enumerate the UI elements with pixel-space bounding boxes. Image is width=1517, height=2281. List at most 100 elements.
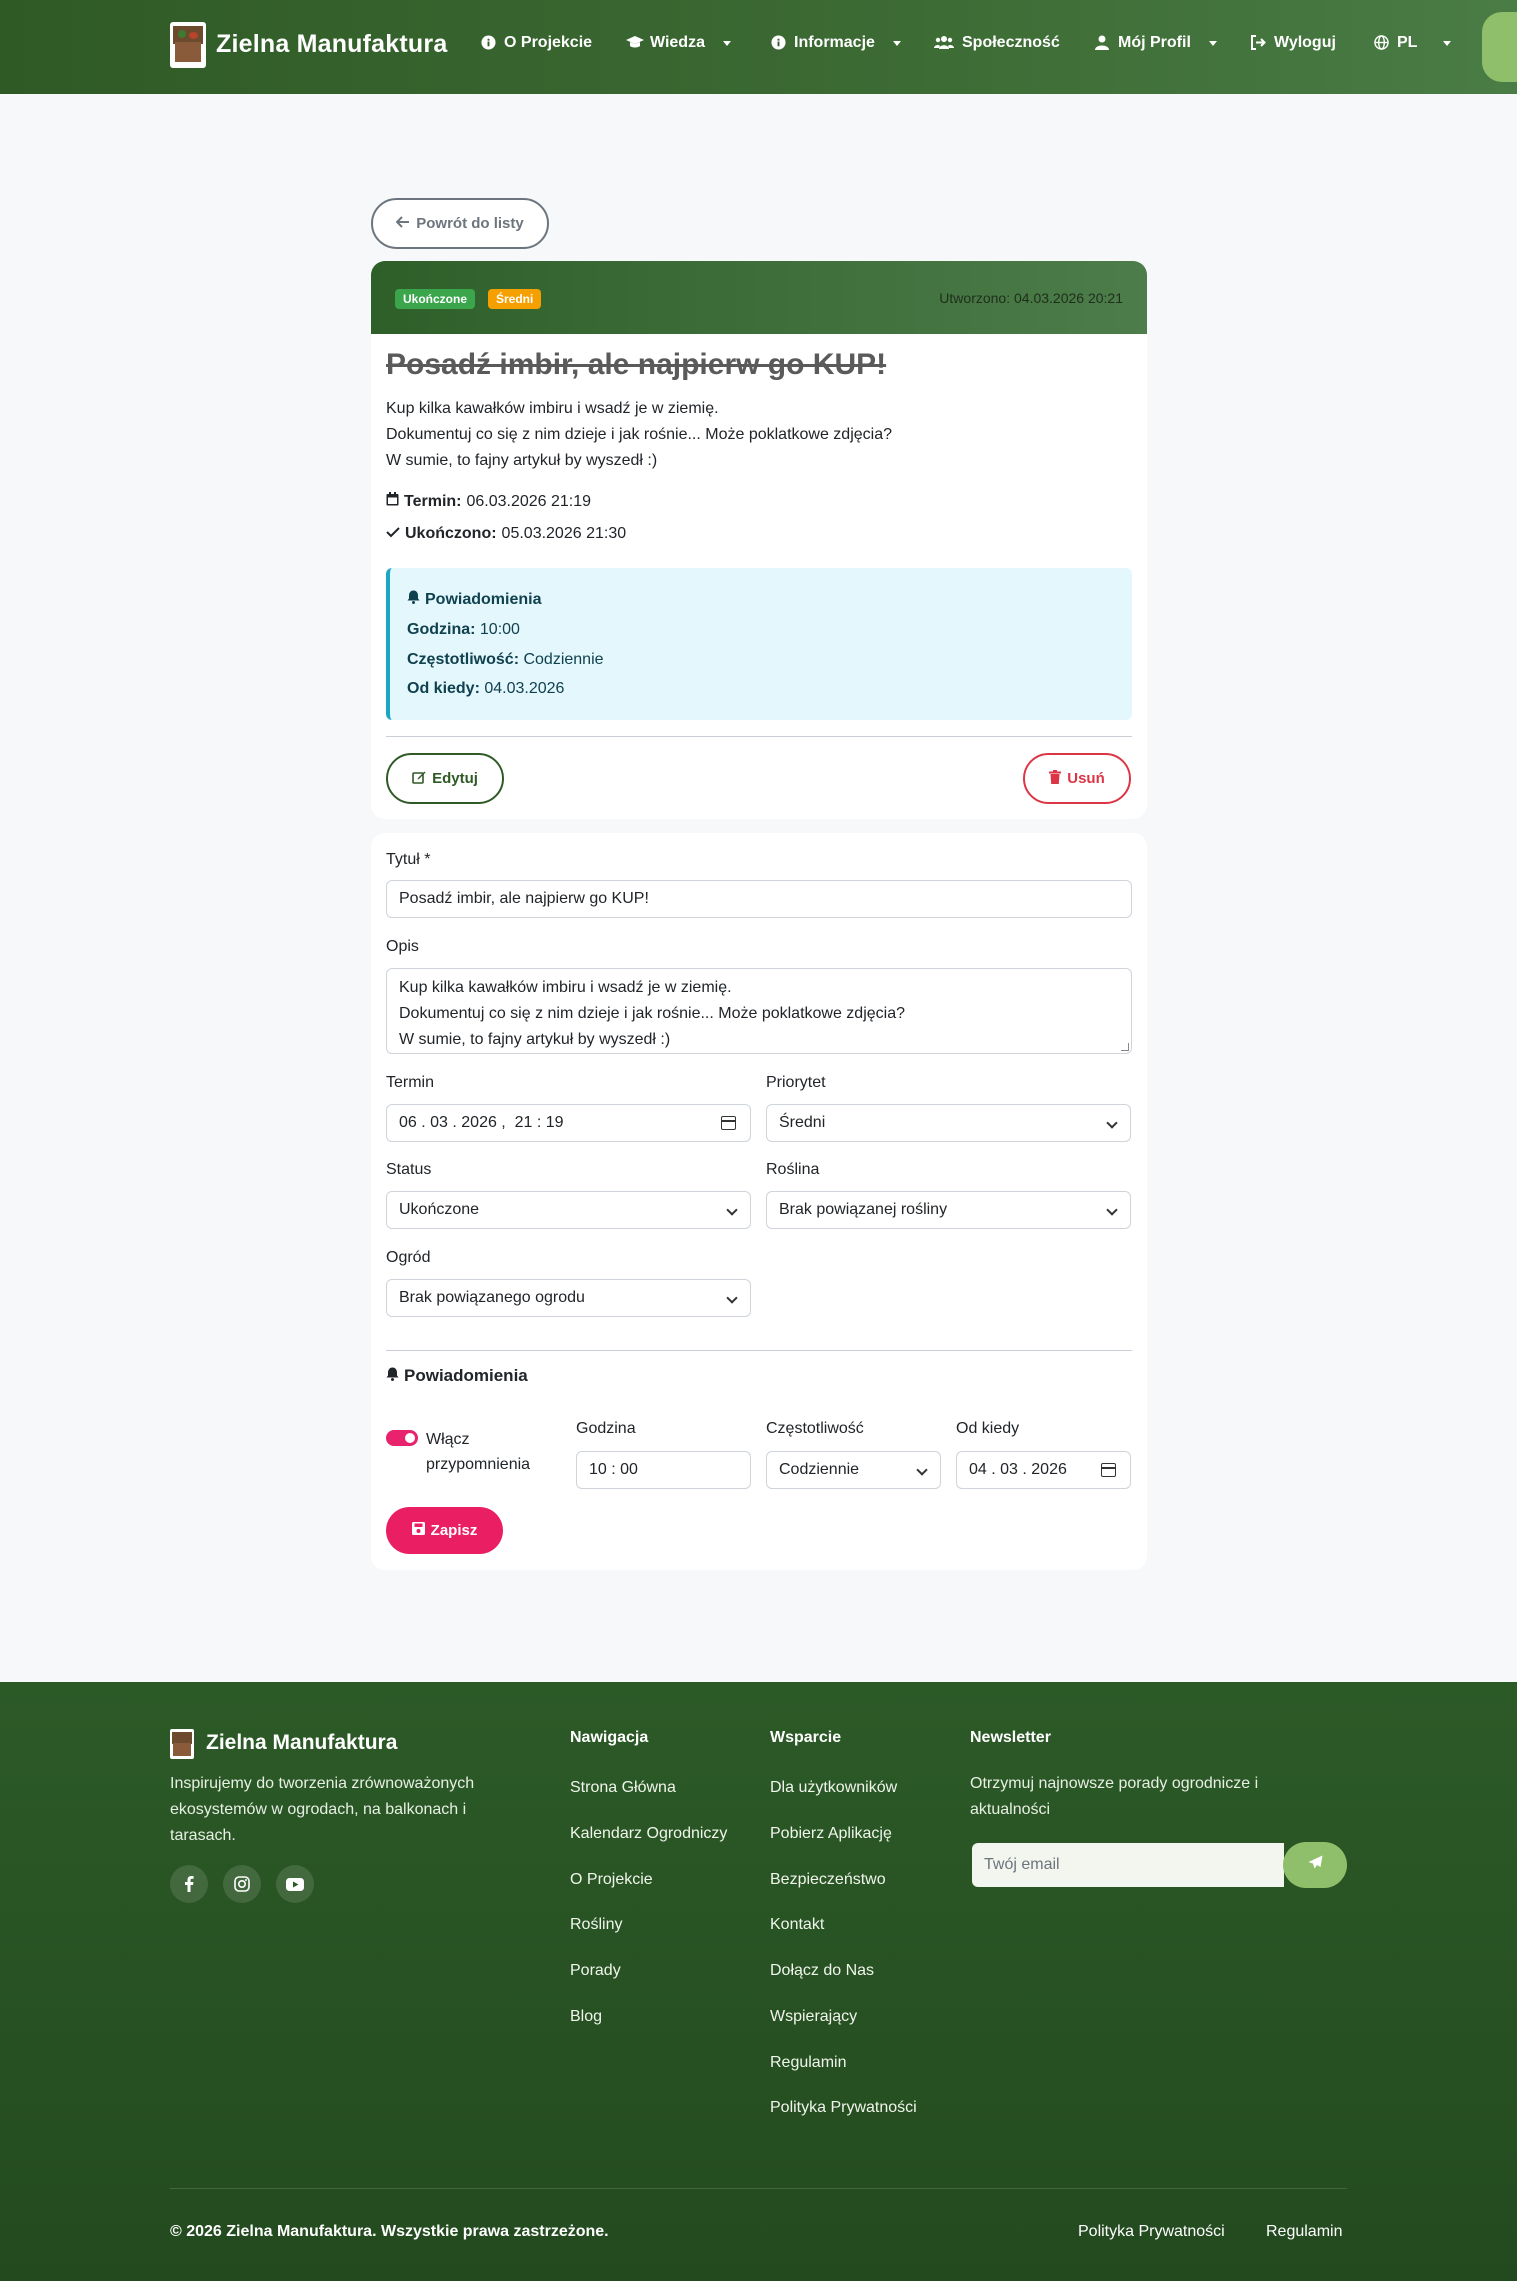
footer-link[interactable]: Kontakt	[770, 1916, 824, 1934]
chevron-down-icon	[892, 40, 901, 46]
footer-link[interactable]: Bezpieczeństwo	[770, 1871, 886, 1889]
footer-link[interactable]: Polityka Prywatności	[770, 2099, 917, 2117]
notifications-info-box: Powiadomienia Godzina: 10:00 Częstotliwo…	[386, 568, 1132, 720]
footer-logo[interactable]	[170, 1729, 194, 1759]
back-label: Powrót do listy	[416, 215, 524, 232]
brand-logo[interactable]	[170, 22, 206, 68]
since-date-input[interactable]: 04 . 03 . 2026	[956, 1451, 1131, 1489]
footer-link[interactable]: Regulamin	[770, 2054, 846, 2072]
footer-link[interactable]: Kalendarz Ogrodniczy	[570, 1825, 727, 1843]
plant-select[interactable]: Brak powiązanej rośliny	[766, 1191, 1131, 1229]
nav-item-profile[interactable]: Mój Profil	[1094, 34, 1217, 52]
description-textarea[interactable]: Kup kilka kawałków imbiru i wsadź je w z…	[386, 968, 1132, 1054]
footer-link[interactable]: Pobierz Aplikację	[770, 1825, 892, 1843]
footer-link[interactable]: Rośliny	[570, 1916, 622, 1934]
divider	[386, 1350, 1132, 1351]
footer-link[interactable]: Strona Główna	[570, 1779, 676, 1797]
calendar-icon[interactable]	[1101, 1463, 1116, 1477]
textarea-line: Dokumentuj co się z nim dzieje i jak roś…	[399, 1005, 906, 1022]
newsletter-description: Otrzymuj najnowsze porady ogrodnicze i a…	[970, 1775, 1259, 1818]
newsletter-send-button[interactable]	[1283, 1842, 1347, 1888]
notifications-section-heading: Powiadomienia	[386, 1366, 528, 1386]
copyright: © 2026 Zielna Manufaktura. Wszystkie pra…	[170, 2223, 609, 2240]
bell-icon	[407, 590, 420, 609]
nav-item-label: PL	[1397, 34, 1418, 51]
description-field-label: Opis	[386, 938, 419, 955]
hour-time-input[interactable]: 10 : 00	[576, 1451, 751, 1489]
reminders-toggle[interactable]	[386, 1430, 418, 1446]
save-button[interactable]: Zapisz	[386, 1507, 503, 1554]
footer-bottom-link[interactable]: Regulamin	[1266, 2223, 1342, 2241]
frequency-select[interactable]: Codziennie	[766, 1451, 941, 1489]
plant-field-label: Roślina	[766, 1161, 820, 1178]
save-icon	[411, 1522, 425, 1539]
deadline-label: Termin:	[404, 492, 462, 510]
nav-item-logout[interactable]: Wyloguj	[1250, 34, 1336, 52]
plant-select-value: Brak powiązanej rośliny	[779, 1201, 948, 1218]
footer-bottom-link[interactable]: Polityka Prywatności	[1078, 2223, 1225, 2241]
nav-item-label: O Projekcie	[504, 34, 593, 51]
garden-field-label: Ogród	[386, 1249, 431, 1266]
status-select[interactable]: Ukończone	[386, 1191, 751, 1229]
email-placeholder: Twój email	[984, 1856, 1060, 1873]
back-to-list-button[interactable]: Powrót do listy	[371, 198, 549, 249]
footer-link[interactable]: Wspierający	[770, 2008, 857, 2026]
instagram-icon[interactable]	[223, 1865, 261, 1903]
footer-newsletter-title: Newsletter	[970, 1729, 1051, 1746]
youtube-icon[interactable]	[276, 1865, 314, 1903]
garden-select[interactable]: Brak powiązanego ogrodu	[386, 1279, 751, 1317]
nav-item-information[interactable]: Informacje	[770, 34, 901, 52]
since-input-value: 04 . 03 . 2026	[969, 1461, 1067, 1478]
deadline-datetime-input[interactable]: 06 . 03 . 2026 , 21 : 19	[386, 1104, 751, 1142]
nav-item-community[interactable]: Społeczność	[934, 34, 1060, 52]
task-card-header: Ukończone Średni Utworzono: 04.03.2026 2…	[371, 261, 1147, 334]
nav-item-about[interactable]: O Projekcie	[480, 34, 592, 52]
nav-action-pill[interactable]	[1482, 12, 1517, 82]
footer-link[interactable]: O Projekcie	[570, 1871, 653, 1889]
nav-item-label: Mój Profil	[1118, 34, 1191, 51]
divider	[386, 736, 1132, 737]
footer-support-title: Wsparcie	[770, 1729, 842, 1746]
since-field-label: Od kiedy	[956, 1420, 1020, 1437]
nav-item-label: Informacje	[794, 34, 875, 51]
footer-link[interactable]: Blog	[570, 2008, 602, 2026]
chevron-down-icon	[1443, 40, 1452, 46]
textarea-line: Kup kilka kawałków imbiru i wsadź je w z…	[399, 979, 732, 996]
notifications-title: Powiadomienia	[425, 590, 542, 608]
sign-out-icon	[1250, 35, 1266, 51]
nav-item-language[interactable]: PL	[1373, 34, 1452, 52]
newsletter-email-input[interactable]: Twój email	[972, 1843, 1284, 1887]
chevron-down-icon	[722, 40, 731, 46]
calendar-icon[interactable]	[721, 1116, 736, 1130]
hour-field-label: Godzina	[576, 1420, 636, 1437]
title-input[interactable]: Posadź imbir, ale najpierw go KUP!	[386, 880, 1132, 918]
nav-item-label: Wiedza	[650, 34, 705, 51]
chevron-down-icon	[1208, 40, 1217, 46]
footer-nav-title: Nawigacja	[570, 1729, 649, 1746]
priority-select[interactable]: Średni	[766, 1104, 1131, 1142]
description-line: Dokumentuj co się z nim dzieje i jak roś…	[386, 426, 893, 443]
brand-name[interactable]: Zielna Manufaktura	[216, 30, 447, 59]
chevron-down-icon	[726, 1292, 738, 1304]
title-field-label: Tytuł *	[386, 851, 431, 868]
facebook-icon[interactable]	[170, 1865, 208, 1903]
priority-field-label: Priorytet	[766, 1074, 826, 1091]
nav-item-knowledge[interactable]: Wiedza	[626, 34, 731, 52]
bell-icon	[386, 1366, 399, 1386]
footer-link[interactable]: Dołącz do Nas	[770, 1962, 874, 1980]
resize-handle[interactable]	[1121, 1043, 1129, 1051]
toggle-label-line: Włącz	[426, 1431, 470, 1448]
frequency-select-value: Codziennie	[779, 1461, 860, 1478]
chevron-down-icon	[726, 1204, 738, 1216]
deadline-value: 06.03.2026 21:19	[466, 492, 592, 510]
footer-link[interactable]: Porady	[570, 1962, 621, 1980]
footer-about: Inspirujemy do tworzenia zrównoważonych …	[170, 1775, 475, 1844]
delete-button[interactable]: Usuń	[1023, 753, 1131, 804]
check-icon	[386, 525, 400, 543]
footer-link[interactable]: Dla użytkowników	[770, 1779, 897, 1797]
edit-button[interactable]: Edytuj	[386, 753, 504, 804]
notif-since-value: 04.03.2026	[484, 680, 565, 697]
textarea-line: W sumie, to fajny artykuł by wyszedł :)	[399, 1031, 671, 1048]
edit-icon	[412, 770, 426, 788]
graduation-cap-icon	[626, 35, 644, 51]
